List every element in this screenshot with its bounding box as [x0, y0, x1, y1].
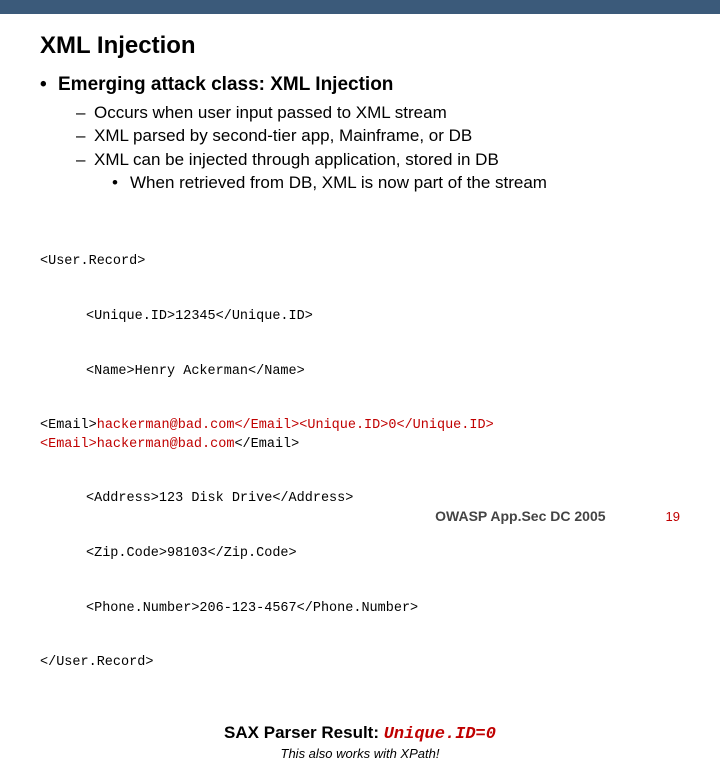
slide-footer: OWASP App.Sec DC 2005 19 [40, 508, 680, 524]
slide-title: XML Injection [40, 32, 680, 60]
slide-content: XML Injection Emerging attack class: XML… [0, 14, 720, 761]
result-value: Unique.ID=0 [384, 725, 496, 744]
bullet-level1: Emerging attack class: XML Injection [40, 74, 680, 96]
footnote: This also works with XPath! [40, 746, 680, 761]
code-line: <Phone.Number>206-123-4567</Phone.Number… [40, 600, 680, 618]
bullet-level2: Occurs when user input passed to XML str… [40, 102, 680, 123]
code-line: </User.Record> [40, 654, 680, 672]
xml-code-block: <User.Record> <Unique.ID>12345</Unique.I… [40, 217, 680, 709]
code-line-injected: <Email>hackerman@bad.com</Email><Unique.… [40, 417, 680, 453]
header-bar [0, 0, 720, 14]
page-number: 19 [666, 509, 680, 524]
bullet-level2: XML parsed by second-tier app, Mainframe… [40, 125, 680, 146]
code-line: <Address>123 Disk Drive</Address> [40, 490, 680, 508]
code-line: <Name>Henry Ackerman</Name> [40, 363, 680, 381]
code-text: </Email> [234, 437, 299, 452]
bullet-level3: When retrieved from DB, XML is now part … [40, 172, 680, 193]
code-text: <Email> [40, 418, 97, 433]
footer-brand: OWASP App.Sec DC 2005 [435, 508, 605, 524]
result-label: SAX Parser Result: [224, 723, 384, 742]
code-line: <Zip.Code>98103</Zip.Code> [40, 545, 680, 563]
code-line: <Unique.ID>12345</Unique.ID> [40, 308, 680, 326]
code-line: <User.Record> [40, 253, 680, 271]
bullet-level2: XML can be injected through application,… [40, 149, 680, 170]
parser-result: SAX Parser Result: Unique.ID=0 [40, 723, 680, 744]
